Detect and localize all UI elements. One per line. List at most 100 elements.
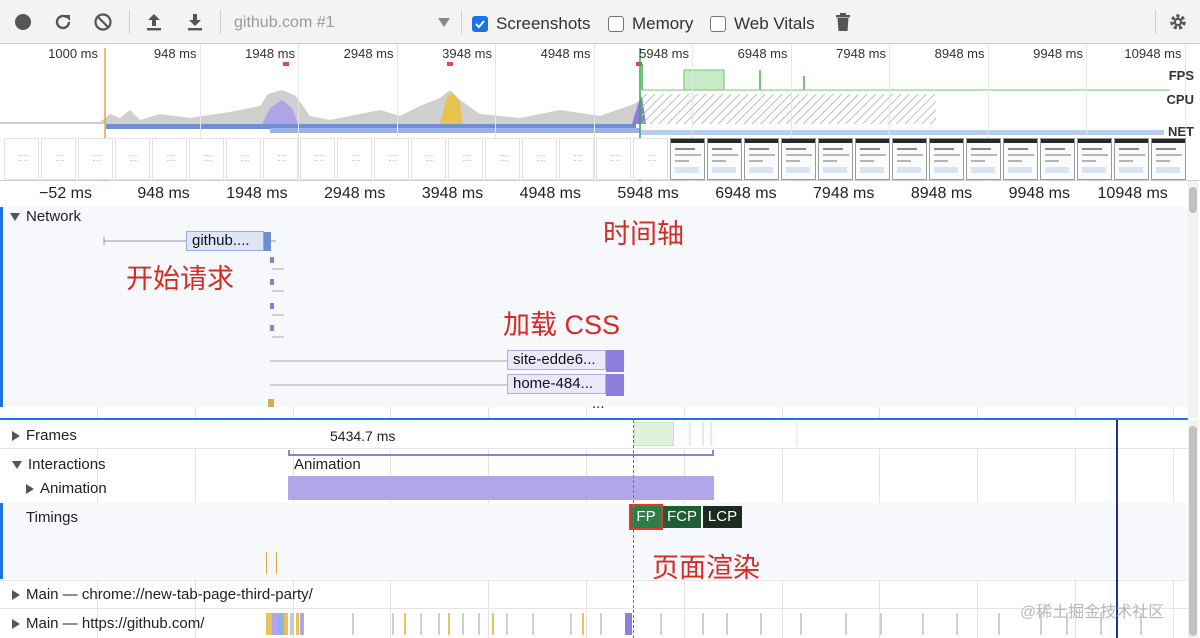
screenshot-thumbnail[interactable] (485, 138, 520, 180)
screenshot-thumbnail[interactable] (633, 138, 668, 180)
frame-block[interactable] (702, 422, 704, 446)
frame-block[interactable] (689, 422, 691, 446)
frame-block[interactable] (710, 422, 712, 446)
load-profile-button[interactable] (142, 10, 166, 34)
main-thread-task[interactable] (420, 613, 422, 635)
interactions-track-header[interactable]: Interactions (12, 456, 106, 473)
main-thread-task[interactable] (284, 613, 288, 635)
main-thread-task[interactable] (532, 613, 534, 635)
network-request-bar[interactable]: home-484... (507, 374, 606, 394)
gear-icon (1170, 14, 1186, 30)
screenshot-thumbnail[interactable] (966, 138, 1001, 180)
main-thread-task[interactable] (438, 613, 440, 635)
main-thread-task[interactable] (570, 613, 572, 635)
screenshot-thumbnail[interactable] (892, 138, 927, 180)
main-thread-task[interactable] (462, 613, 464, 635)
tracks-scrollbar[interactable] (1188, 420, 1198, 638)
screenshot-thumbnail[interactable] (1040, 138, 1075, 180)
screenshots-checkbox[interactable]: Screenshots (472, 13, 591, 35)
screenshot-thumbnail[interactable] (4, 138, 39, 180)
main-thread-task[interactable] (582, 613, 584, 635)
main-thread-task[interactable] (448, 613, 450, 635)
fcp-marker[interactable]: FCP (663, 506, 701, 528)
screenshot-thumbnail[interactable] (818, 138, 853, 180)
main-thread-task[interactable] (880, 613, 882, 635)
reload-profile-button[interactable] (51, 10, 75, 34)
screenshot-thumbnail[interactable] (522, 138, 557, 180)
fp-marker[interactable]: FP (629, 504, 663, 530)
record-button[interactable] (11, 10, 35, 34)
screenshot-thumbnail[interactable] (929, 138, 964, 180)
network-request-bar[interactable]: github.... (186, 231, 264, 251)
frames-track-header[interactable]: Frames (12, 427, 77, 444)
main-thread-task[interactable] (702, 613, 704, 635)
main-thread-github-header[interactable]: Main — https://github.com/ (12, 615, 204, 632)
screenshot-thumbnail[interactable] (596, 138, 631, 180)
frame-block[interactable] (634, 422, 674, 446)
main-thread-task[interactable] (506, 613, 508, 635)
main-thread-task[interactable] (392, 613, 394, 635)
screenshot-thumbnail[interactable] (263, 138, 298, 180)
animation-track-header[interactable]: Animation (26, 480, 107, 497)
main-thread-task[interactable] (660, 613, 662, 635)
screenshot-thumbnail[interactable] (337, 138, 372, 180)
screenshot-thumbnail[interactable] (781, 138, 816, 180)
save-profile-button[interactable] (183, 10, 207, 34)
screenshot-thumbnail[interactable] (670, 138, 705, 180)
scrollbar-thumb[interactable] (1189, 187, 1197, 213)
main-thread-task[interactable] (296, 613, 299, 635)
main-thread-task[interactable] (600, 613, 602, 635)
main-thread-task[interactable] (760, 613, 762, 635)
main-thread-new-tab-header[interactable]: Main — chrome://new-tab-page-third-party… (12, 586, 313, 603)
animation-bar[interactable] (288, 476, 714, 500)
screenshot-thumbnail[interactable] (744, 138, 779, 180)
thumbnail-blank (130, 155, 138, 161)
network-request-bar[interactable]: site-edde6... (507, 350, 606, 370)
main-thread-task[interactable] (726, 613, 728, 635)
ruler-tick-label: 1948 ms (226, 185, 288, 202)
web-vitals-checkbox[interactable]: Web Vitals (710, 13, 815, 35)
main-thread-task[interactable] (352, 613, 354, 635)
screenshot-thumbnail[interactable] (152, 138, 187, 180)
capture-settings-button[interactable] (1166, 10, 1190, 34)
screenshot-thumbnail[interactable] (226, 138, 261, 180)
screenshot-thumbnail[interactable] (300, 138, 335, 180)
screenshot-thumbnail[interactable] (855, 138, 890, 180)
profile-select[interactable]: github.com #1 (234, 10, 450, 36)
screenshot-thumbnail[interactable] (707, 138, 742, 180)
timings-track-header[interactable]: Timings (26, 509, 78, 526)
network-scrollbar[interactable] (1188, 181, 1198, 418)
screenshot-thumbnail[interactable] (78, 138, 113, 180)
scrollbar-thumb[interactable] (1189, 426, 1197, 636)
screenshot-thumbnail[interactable] (448, 138, 483, 180)
thumbnail-header (1078, 139, 1111, 143)
clear-button[interactable] (91, 10, 115, 34)
main-thread-task[interactable] (492, 613, 494, 635)
main-thread-task[interactable] (404, 613, 406, 635)
main-thread-task[interactable] (290, 613, 294, 635)
main-thread-task[interactable] (800, 613, 802, 635)
main-thread-task[interactable] (300, 613, 304, 635)
screenshot-thumbnail[interactable] (374, 138, 409, 180)
main-thread-task[interactable] (956, 613, 958, 635)
screenshot-thumbnail[interactable] (1151, 138, 1186, 180)
screenshot-thumbnail[interactable] (115, 138, 150, 180)
collect-garbage-button[interactable] (831, 10, 855, 34)
main-thread-task[interactable] (922, 613, 924, 635)
screenshot-thumbnail[interactable] (1114, 138, 1149, 180)
lcp-marker[interactable]: LCP (703, 506, 742, 528)
main-thread-task[interactable] (625, 613, 632, 635)
screenshot-thumbnail[interactable] (1077, 138, 1112, 180)
frame-block[interactable] (796, 422, 798, 446)
screenshot-thumbnail[interactable] (189, 138, 224, 180)
screenshot-thumbnail[interactable] (559, 138, 594, 180)
screenshot-thumbnail[interactable] (1003, 138, 1038, 180)
screenshot-strip[interactable] (0, 138, 1200, 180)
main-thread-task[interactable] (478, 613, 480, 635)
screenshot-thumbnail[interactable] (411, 138, 446, 180)
main-thread-task[interactable] (845, 613, 847, 635)
memory-checkbox[interactable]: Memory (608, 13, 693, 35)
timeline-overview[interactable]: 1000 ms 948 ms 1948 ms 2948 ms 3948 ms 4948 m… (0, 44, 1200, 181)
main-thread-task[interactable] (998, 613, 1000, 635)
screenshot-thumbnail[interactable] (41, 138, 76, 180)
